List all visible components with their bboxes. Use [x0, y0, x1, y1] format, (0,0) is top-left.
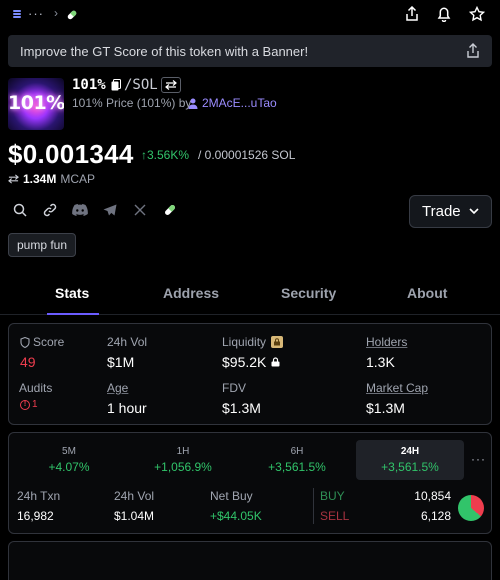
token-pair: /SOL: [124, 77, 158, 93]
fdv-value: $1.3M: [222, 400, 261, 416]
mcap-row: 1.34M MCAP: [8, 172, 95, 186]
platform-tag[interactable]: pump fun: [8, 233, 77, 257]
x-twitter-icon[interactable]: [132, 202, 148, 218]
more-periods-icon[interactable]: ···: [471, 452, 486, 466]
age-label[interactable]: Age: [107, 381, 128, 395]
chevron-down-icon: [468, 204, 480, 221]
active-tab-indicator: [47, 313, 99, 315]
copy-icon[interactable]: [111, 79, 121, 91]
period-label: 1H: [176, 446, 190, 457]
trade-button-label: Trade: [422, 203, 461, 220]
liquidity-label: Liquidity: [222, 335, 267, 349]
pill-icon[interactable]: [66, 9, 78, 24]
banner-text: Improve the GT Score of this token with …: [20, 44, 309, 59]
search-icon[interactable]: [12, 202, 28, 218]
vol-value: $1M: [107, 354, 135, 370]
lock-icon: [271, 357, 280, 367]
warning-icon: !: [20, 399, 30, 410]
txn-vol-value: $1.04M: [114, 509, 155, 523]
trade-button[interactable]: Trade: [409, 195, 492, 228]
score-label-row: Score: [20, 335, 64, 349]
holders-label[interactable]: Holders: [366, 335, 407, 349]
chevron-right-icon: ›: [54, 6, 58, 20]
net-buy-value: +$44.05K: [210, 509, 262, 523]
period-label: 24H: [400, 446, 420, 457]
period-change: +3,561.5%: [268, 460, 326, 474]
pill-icon[interactable]: [162, 202, 178, 218]
tab-stats[interactable]: Stats: [55, 285, 89, 301]
sell-count: 6,128: [420, 509, 451, 523]
holders-value: 1.3K: [366, 354, 395, 370]
stats-card: Score 49 24h Vol $1M Liquidity $95.2K Ho…: [8, 323, 492, 425]
period-1h[interactable]: 1H +1,056.9%: [129, 440, 237, 480]
creator-link[interactable]: 2MAcE...uTao: [202, 96, 277, 110]
mcap-label: MCAP: [60, 172, 96, 186]
period-change: +4.07%: [48, 460, 90, 474]
audits-label: Audits: [19, 381, 53, 395]
token-logo: 101%: [8, 78, 64, 130]
tab-security[interactable]: Security: [281, 285, 336, 301]
swap-pair-button[interactable]: [161, 77, 181, 93]
period-label: 6H: [290, 446, 304, 457]
user-icon: [188, 97, 198, 112]
period-6h[interactable]: 6H +3,561.5%: [243, 440, 351, 480]
share-icon[interactable]: [404, 6, 420, 22]
sell-label: SELL: [320, 509, 350, 523]
txn-vol-label: 24h Vol: [114, 489, 155, 503]
discord-icon[interactable]: [72, 202, 88, 218]
period-label: 5M: [62, 446, 76, 457]
txn-count-value: 16,982: [17, 509, 54, 523]
divider: [313, 488, 314, 524]
age-value: 1 hour: [107, 400, 147, 416]
liquidity-value-row: $95.2K: [222, 354, 280, 370]
tab-bar: Stats Address Security About: [0, 272, 500, 315]
audits-badge[interactable]: ! 1: [20, 399, 38, 410]
score-value: 49: [20, 354, 36, 370]
liquidity-value: $95.2K: [222, 354, 267, 370]
price-in-sol: / 0.00001526 SOL: [198, 148, 296, 162]
fdv-label: FDV: [222, 381, 246, 395]
market-cap-value: $1.3M: [366, 400, 405, 416]
period-24h[interactable]: 24H +3,561.5%: [356, 440, 464, 480]
net-buy-label: Net Buy: [210, 489, 253, 503]
tab-about[interactable]: About: [407, 285, 447, 301]
txn-count-label: 24h Txn: [17, 489, 61, 503]
swap-icon: [8, 174, 19, 184]
upload-icon[interactable]: [466, 43, 480, 59]
market-cap-label[interactable]: Market Cap: [366, 381, 428, 395]
buy-count: 10,854: [414, 489, 451, 503]
link-icon[interactable]: [42, 202, 58, 218]
star-icon[interactable]: [469, 6, 485, 22]
token-price: $0.001344: [8, 139, 134, 169]
audits-value: 1: [32, 399, 38, 410]
more-dots-icon[interactable]: ···: [28, 6, 44, 21]
liquidity-lock-badge-icon: [271, 336, 284, 348]
telegram-icon[interactable]: [102, 202, 118, 218]
menu-icon[interactable]: [12, 8, 22, 20]
swap-icon: [165, 80, 177, 90]
token-name: 101%: [72, 77, 106, 93]
token-links-row: [12, 202, 192, 218]
period-change: +1,056.9%: [154, 460, 212, 474]
period-change: +3,561.5%: [381, 460, 439, 474]
vol-label: 24h Vol: [107, 335, 148, 349]
top-bar: ··· ›: [0, 0, 500, 30]
shield-icon: [20, 336, 30, 348]
score-label: Score: [33, 335, 65, 349]
price-change: ↑3.56K%: [141, 148, 190, 162]
gt-score-banner[interactable]: Improve the GT Score of this token with …: [8, 35, 492, 67]
tab-address[interactable]: Address: [163, 285, 219, 301]
buy-label: BUY: [320, 489, 345, 503]
token-logo-text: 101%: [8, 92, 64, 114]
token-subtitle: 101% Price (101%) by: [72, 96, 192, 110]
buy-sell-ratio-pie: [458, 495, 484, 521]
period-5m[interactable]: 5M +4.07%: [15, 440, 123, 480]
bell-icon[interactable]: [436, 6, 452, 22]
next-card: [8, 541, 492, 580]
mcap-value: 1.34M: [23, 172, 57, 186]
liquidity-label-row: Liquidity: [222, 335, 284, 349]
